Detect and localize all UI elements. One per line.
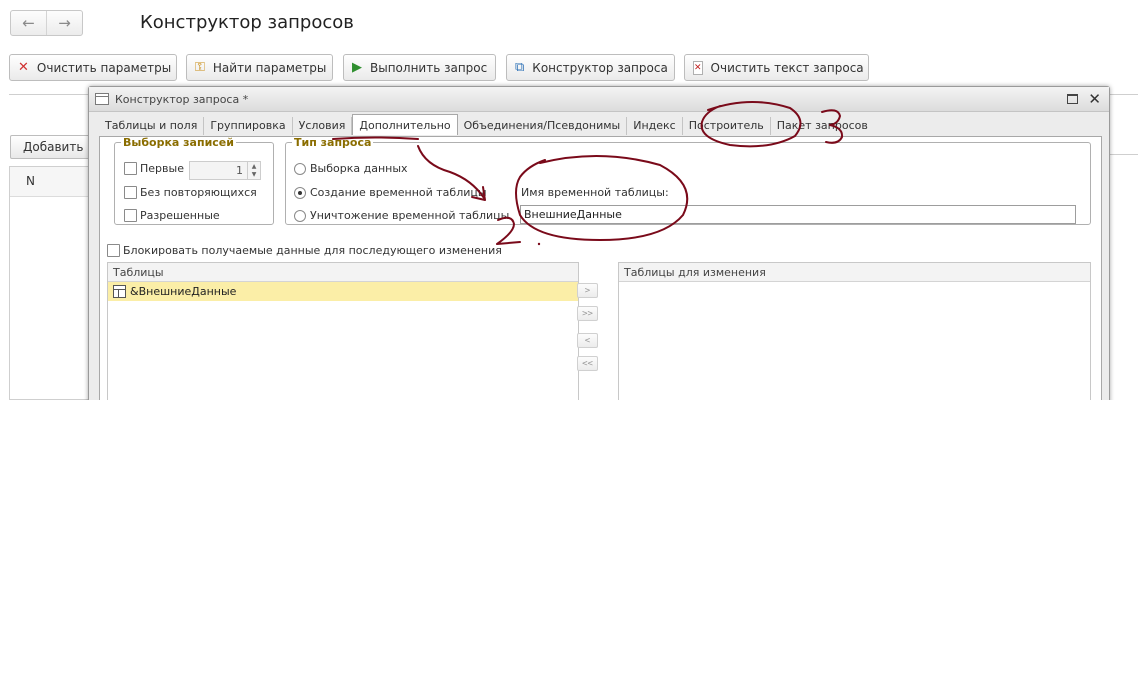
lock-row: Блокировать получаемые данные для послед… — [107, 244, 502, 257]
find-params-icon: ⚿ — [195, 60, 205, 75]
query-builder-button[interactable]: ⧉ Конструктор запроса — [506, 54, 675, 81]
query-builder-dialog: Конструктор запроса * ✕ Таблицы и поля Г… — [88, 86, 1110, 432]
query-type-drop-row: Уничтожение временной таблицы — [294, 209, 509, 222]
run-query-label: Выполнить запрос — [370, 60, 488, 75]
lock-checkbox[interactable] — [107, 244, 120, 257]
allowed-row: Разрешенные — [124, 209, 220, 222]
spin-up-icon[interactable]: ▲ — [248, 162, 260, 171]
clear-query-text-label: Очистить текст запроса — [710, 60, 864, 75]
clear-params-label: Очистить параметры — [36, 60, 172, 75]
temp-table-name-label: Имя временной таблицы: — [521, 186, 669, 199]
dialog-titlebar[interactable]: Конструктор запроса * ✕ — [89, 87, 1109, 112]
background-table: N — [9, 166, 89, 400]
forward-button[interactable]: → — [46, 11, 82, 35]
move-right-button[interactable]: > — [577, 283, 598, 298]
find-params-label: Найти параметры — [212, 60, 327, 75]
distinct-row: Без повторяющихся — [124, 186, 257, 199]
record-selection-legend: Выборка записей — [123, 136, 234, 149]
select-data-radio[interactable] — [294, 162, 306, 175]
temp-table-name-input[interactable]: ВнешниеДанные — [520, 205, 1076, 224]
clear-params-button[interactable]: ✕ Очистить параметры — [9, 54, 177, 81]
table-icon — [113, 285, 126, 298]
play-icon: ▶ — [352, 60, 362, 75]
first-checkbox[interactable] — [124, 162, 137, 175]
create-temp-table-label: Создание временной таблицы — [310, 186, 487, 199]
cross-icon: ✕ — [18, 60, 29, 75]
tab-tables-fields[interactable]: Таблицы и поля — [99, 117, 205, 135]
first-count-value: 1 — [236, 164, 243, 177]
tab-builder[interactable]: Построитель — [683, 117, 771, 135]
allowed-label: Разрешенные — [140, 209, 220, 222]
tab-index[interactable]: Индекс — [627, 117, 683, 135]
clear-document-icon: ✕ — [693, 60, 703, 75]
list-item[interactable]: &ВнешниеДанные — [108, 282, 578, 301]
tab-additional[interactable]: Дополнительно — [352, 114, 458, 135]
dialog-tabs: Таблицы и поля Группировка Условия Допол… — [99, 114, 874, 137]
tables-to-change-header: Таблицы для изменения — [619, 263, 1090, 282]
page-title: Конструктор запросов — [140, 12, 354, 33]
dialog-title: Конструктор запроса * — [115, 92, 249, 106]
clear-query-text-button[interactable]: ✕ Очистить текст запроса — [684, 54, 869, 81]
maximize-icon[interactable] — [1067, 94, 1079, 104]
allowed-checkbox[interactable] — [124, 209, 137, 222]
table-name: &ВнешниеДанные — [130, 285, 237, 298]
first-row: Первые — [124, 162, 184, 175]
distinct-label: Без повторяющихся — [140, 186, 257, 199]
query-type-select-row: Выборка данных — [294, 162, 408, 175]
blank-area — [0, 400, 1138, 690]
tab-panel-additional: Выборка записей Первые 1 ▲ ▼ Без повторя… — [99, 136, 1102, 432]
move-left-button[interactable]: < — [577, 333, 598, 348]
tab-grouping[interactable]: Группировка — [204, 117, 293, 135]
history-nav: ← → — [10, 10, 83, 36]
first-count-spinner[interactable]: 1 ▲ ▼ — [189, 161, 261, 180]
query-wizard-icon: ⧉ — [515, 60, 525, 75]
spin-down-icon[interactable]: ▼ — [248, 171, 260, 180]
arrow-left-icon: ← — [22, 14, 35, 32]
drop-temp-table-label: Уничтожение временной таблицы — [310, 209, 510, 222]
tables-list-header: Таблицы — [108, 263, 578, 282]
first-label: Первые — [140, 162, 184, 175]
background-divider-right — [1110, 154, 1138, 155]
tab-unions-aliases[interactable]: Объединения/Псевдонимы — [458, 117, 628, 135]
distinct-checkbox[interactable] — [124, 186, 137, 199]
tab-query-batch[interactable]: Пакет запросов — [771, 117, 874, 135]
arrow-right-icon: → — [58, 14, 71, 32]
move-all-left-button[interactable]: << — [577, 356, 598, 371]
query-builder-label: Конструктор запроса — [532, 60, 668, 75]
run-query-button[interactable]: ▶ Выполнить запрос — [343, 54, 496, 81]
form-icon — [95, 93, 109, 105]
drop-temp-table-radio[interactable] — [294, 209, 306, 222]
tab-conditions[interactable]: Условия — [293, 117, 353, 135]
column-header-n: N — [10, 167, 89, 197]
record-selection-group: Выборка записей Первые 1 ▲ ▼ Без повторя… — [114, 136, 274, 225]
close-icon[interactable]: ✕ — [1088, 92, 1101, 107]
select-data-label: Выборка данных — [310, 162, 408, 175]
query-type-legend: Тип запроса — [294, 136, 372, 149]
add-button[interactable]: Добавить — [10, 135, 90, 159]
move-all-right-button[interactable]: >> — [577, 306, 598, 321]
back-button[interactable]: ← — [11, 11, 46, 35]
lock-label: Блокировать получаемые данные для послед… — [123, 244, 502, 257]
query-type-group: Тип запроса Выборка данных Создание врем… — [285, 136, 1091, 225]
create-temp-table-radio[interactable] — [294, 186, 306, 199]
find-params-button[interactable]: ⚿ Найти параметры — [186, 54, 333, 81]
query-type-create-row: Создание временной таблицы — [294, 186, 487, 199]
